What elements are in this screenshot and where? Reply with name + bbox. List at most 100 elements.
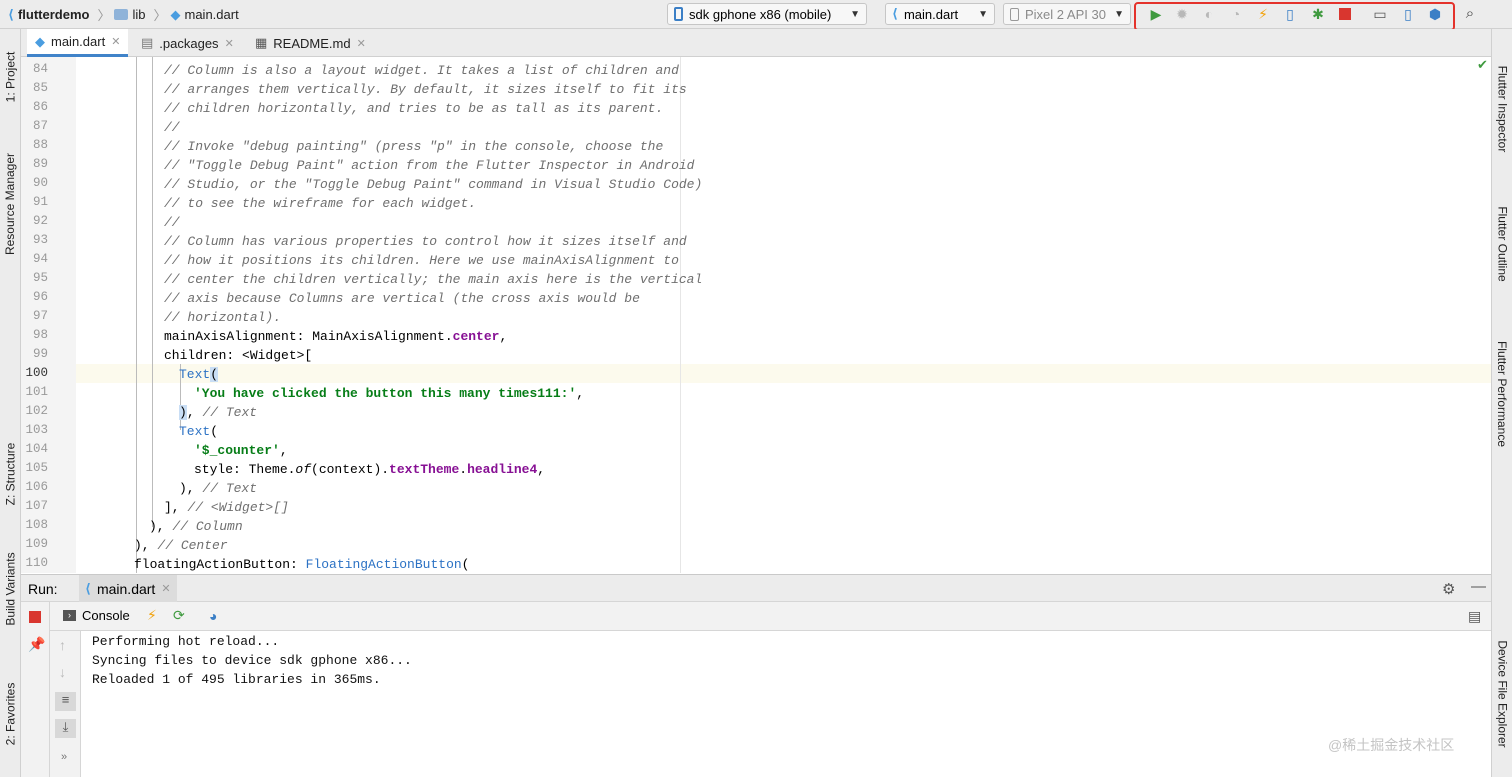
flutter-icon: ⟨ [892, 6, 898, 21]
line-number: 85 [32, 81, 48, 95]
tool-window-favorites[interactable]: 2: Favorites [0, 669, 21, 759]
code-comment: // Invoke "debug painting" (press "p" in… [164, 139, 664, 154]
line-number: 98 [32, 328, 48, 342]
code-comment: // children horizontally, and tries to b… [164, 101, 664, 116]
attach-device-icon[interactable]: ▯ [1282, 6, 1298, 22]
layout-icon[interactable]: ▤ [1468, 608, 1481, 625]
debug-icon[interactable]: ✹ [1174, 6, 1190, 22]
code-comment: // Column has various properties to cont… [164, 234, 687, 249]
dart-file-icon: ◆ [170, 6, 181, 22]
run-panel-header: Run: ⟨ main.dart ✕ ⚙ — [21, 574, 1491, 602]
line-number: 93 [32, 233, 48, 247]
tool-window-build-variants[interactable]: Build Variants [0, 539, 21, 639]
code-editor[interactable]: ✔ // Column is also a layout widget. It … [21, 57, 1491, 573]
run-tab-main-dart[interactable]: ⟨ main.dart ✕ [79, 575, 177, 602]
pin-icon[interactable]: 📌 [28, 636, 45, 653]
terminal-icon[interactable]: ▭ [1372, 6, 1388, 22]
code-comment: // [164, 120, 180, 135]
run-with-coverage-icon[interactable]: ◐ [1201, 6, 1217, 22]
tool-window-project[interactable]: 1: Project [0, 37, 21, 117]
console-tab[interactable]: › Console [63, 608, 130, 623]
code-comment: // axis because Columns are vertical (th… [164, 291, 640, 306]
tab-readme[interactable]: ▦ README.md ✕ [247, 29, 374, 57]
folder-icon [114, 9, 129, 20]
tab-packages[interactable]: ▤ .packages ✕ [133, 29, 242, 57]
line-number: 97 [32, 309, 48, 323]
breadcrumb-file[interactable]: main.dart [185, 7, 239, 22]
close-icon[interactable]: ✕ [357, 37, 366, 50]
console-side-toolbar: ↑ ↓ ≡ ⤓ » [50, 631, 81, 777]
line-number: 108 [25, 518, 48, 532]
arrow-up-icon[interactable]: ↑ [59, 637, 66, 653]
code-line: 'You have clicked the button this many t… [194, 386, 585, 401]
stop-icon[interactable] [29, 611, 41, 623]
indent-guide [152, 57, 153, 527]
breadcrumb-folder[interactable]: lib [132, 7, 145, 22]
line-number: 104 [25, 442, 48, 456]
close-icon[interactable]: ✕ [111, 35, 120, 48]
run-config-selector[interactable]: ⟨ main.dart ▼ [885, 3, 995, 25]
soft-wrap-icon[interactable]: ≡ [55, 692, 76, 711]
sdk-manager-icon[interactable]: ⬢ [1427, 6, 1443, 22]
minimize-icon[interactable]: — [1471, 578, 1486, 595]
tool-window-structure[interactable]: Z: Structure [0, 424, 21, 524]
debug-bug-icon[interactable]: ✱ [1310, 6, 1326, 22]
run-icon[interactable]: ▶ [1148, 6, 1164, 22]
more-icon[interactable]: » [61, 751, 67, 763]
stop-icon[interactable] [1337, 6, 1353, 22]
close-icon[interactable]: ✕ [225, 37, 234, 50]
tool-window-flutter-inspector[interactable]: Flutter Inspector [1492, 49, 1512, 169]
device-label: sdk gphone x86 (mobile) [689, 6, 832, 22]
devtools-icon[interactable]: ◕ [209, 608, 217, 624]
code-line: Text( [179, 424, 219, 439]
line-number: 86 [32, 100, 48, 114]
code-comment: // "Toggle Debug Paint" action from the … [164, 158, 695, 173]
line-number: 101 [25, 385, 48, 399]
run-panel-title: Run: [28, 581, 58, 597]
arrow-down-icon[interactable]: ↓ [59, 664, 66, 680]
code-line: style: Theme.of(context).textTheme.headl… [194, 462, 546, 477]
line-number: 95 [32, 271, 48, 285]
tool-window-flutter-performance[interactable]: Flutter Performance [1492, 324, 1512, 464]
code-comment: // horizontal). [164, 310, 282, 325]
code-line: '$_counter', [194, 443, 288, 458]
file-icon: ▤ [141, 35, 154, 50]
tab-main-dart[interactable]: ◆ main.dart ✕ [27, 29, 129, 57]
close-icon[interactable]: ✕ [161, 582, 170, 595]
code-line: ), // Center [134, 538, 228, 553]
device-selector[interactable]: sdk gphone x86 (mobile) ▼ [667, 3, 867, 25]
tab-label: README.md [273, 35, 351, 51]
hot-reload-icon[interactable]: ⚡ [147, 607, 157, 624]
scroll-to-end-icon[interactable]: ⤓ [55, 719, 76, 738]
gear-icon[interactable]: ⚙ [1442, 580, 1455, 598]
code-line: ), // Column [149, 519, 243, 534]
tool-window-resource-manager[interactable]: Resource Manager [0, 139, 21, 269]
avd-manager-icon[interactable]: ▯ [1400, 6, 1416, 22]
chevron-down-icon: ▼ [978, 8, 988, 20]
breadcrumb: ⟨ flutterdemo 〉 lib 〉 ◆ main.dart [8, 6, 239, 24]
chevron-down-icon: ▼ [850, 8, 860, 20]
console-output[interactable]: Performing hot reload... Syncing files t… [81, 631, 1491, 777]
hot-restart-icon[interactable]: ⟳ [173, 607, 185, 624]
dart-file-icon: ◆ [35, 33, 45, 49]
line-number: 100 [25, 366, 48, 380]
phone-icon [674, 7, 683, 21]
tool-window-device-file-explorer[interactable]: Device File Explorer [1492, 624, 1512, 764]
search-icon[interactable]: ⌕ [1462, 6, 1478, 22]
code-line: ), // Text [179, 405, 258, 420]
no-problems-checkmark-icon: ✔ [1477, 57, 1488, 72]
avd-selector[interactable]: Pixel 2 API 30 ▼ [1003, 3, 1131, 25]
left-tool-strip: 1: Project Resource Manager Z: Structure… [0, 29, 21, 777]
hot-reload-icon[interactable]: ⚡ [1255, 6, 1271, 22]
navigation-bar: ⟨ flutterdemo 〉 lib 〉 ◆ main.dart sdk gp… [0, 0, 1512, 31]
line-number: 88 [32, 138, 48, 152]
code-line: mainAxisAlignment: MainAxisAlignment.cen… [164, 329, 508, 344]
tool-window-flutter-outline[interactable]: Flutter Outline [1492, 189, 1512, 299]
tab-label: .packages [159, 35, 219, 51]
profile-icon[interactable]: ◔ [1228, 6, 1244, 22]
breadcrumb-project[interactable]: flutterdemo [18, 7, 90, 22]
console-line: Reloaded 1 of 495 libraries in 365ms. [92, 672, 381, 687]
line-number: 90 [32, 176, 48, 190]
code-comment: // Column is also a layout widget. It ta… [164, 63, 679, 78]
code-comment: // how it positions its children. Here w… [164, 253, 679, 268]
